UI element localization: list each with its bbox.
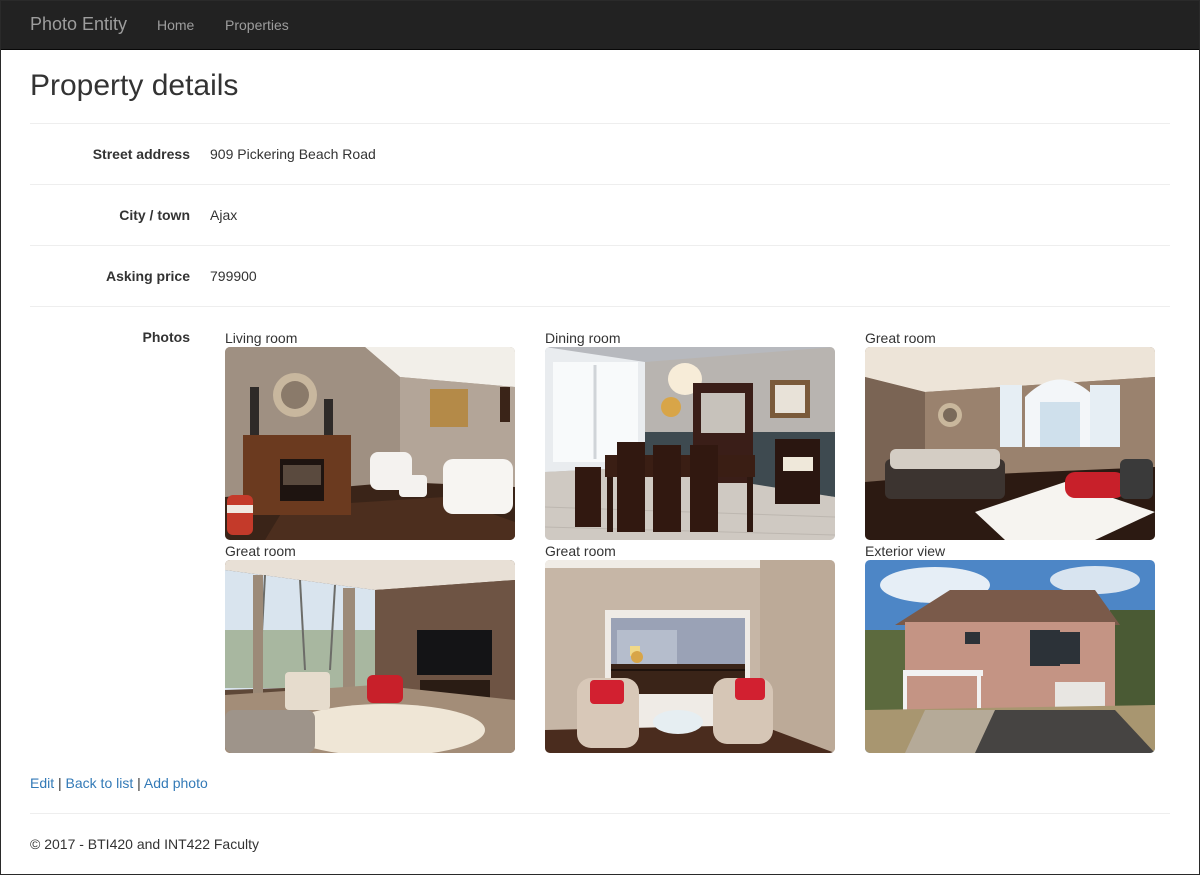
asking-price-value: 799900 [210,268,257,284]
street-address-value: 909 Pickering Beach Road [210,146,376,162]
back-to-list-link[interactable]: Back to list [66,775,134,791]
page-title: Property details [30,69,239,102]
photo-caption: Exterior view [865,543,946,559]
divider [30,245,1170,246]
brand-link[interactable]: Photo Entity [30,14,127,34]
footer-divider [30,813,1170,814]
divider [30,184,1170,185]
separator: | [137,775,141,791]
photo-card-dining-room: Dining room [545,329,835,540]
great-room-photo[interactable] [225,560,515,753]
photo-card-great-room-2: Great room [225,542,515,753]
asking-price-label: Asking price [105,268,190,284]
nav-properties-link[interactable]: Properties [225,16,289,34]
city-town-value: Ajax [210,207,238,223]
actions-bar: Edit | Back to list | Add photo [30,774,208,792]
street-address-label: Street address [92,146,190,162]
exterior-view-photo[interactable] [865,560,1155,753]
separator: | [58,775,62,791]
photos-label: Photos [142,329,190,345]
photo-caption: Living room [225,330,298,346]
dining-room-photo[interactable] [545,347,835,540]
city-town-label: City / town [119,207,190,223]
photo-caption: Great room [545,543,616,559]
photo-caption: Great room [225,543,296,559]
photo-card-living-room: Living room [225,329,515,540]
divider [30,306,1170,307]
photo-caption: Great room [865,330,936,346]
nav-home-link[interactable]: Home [157,16,194,34]
footer-text: © 2017 - BTI420 and INT422 Faculty [30,836,259,852]
navbar: Photo Entity Home Properties [0,0,1200,50]
add-photo-link[interactable]: Add photo [144,775,208,791]
photo-card-great-room-3: Great room [545,542,835,753]
edit-link[interactable]: Edit [30,775,54,791]
living-room-photo[interactable] [225,347,515,540]
divider [30,123,1170,124]
photo-caption: Dining room [545,330,621,346]
great-room-photo[interactable] [865,347,1155,540]
photo-card-great-room-1: Great room [865,329,1155,540]
great-room-photo[interactable] [545,560,835,753]
photo-card-exterior-view: Exterior view [865,542,1155,753]
